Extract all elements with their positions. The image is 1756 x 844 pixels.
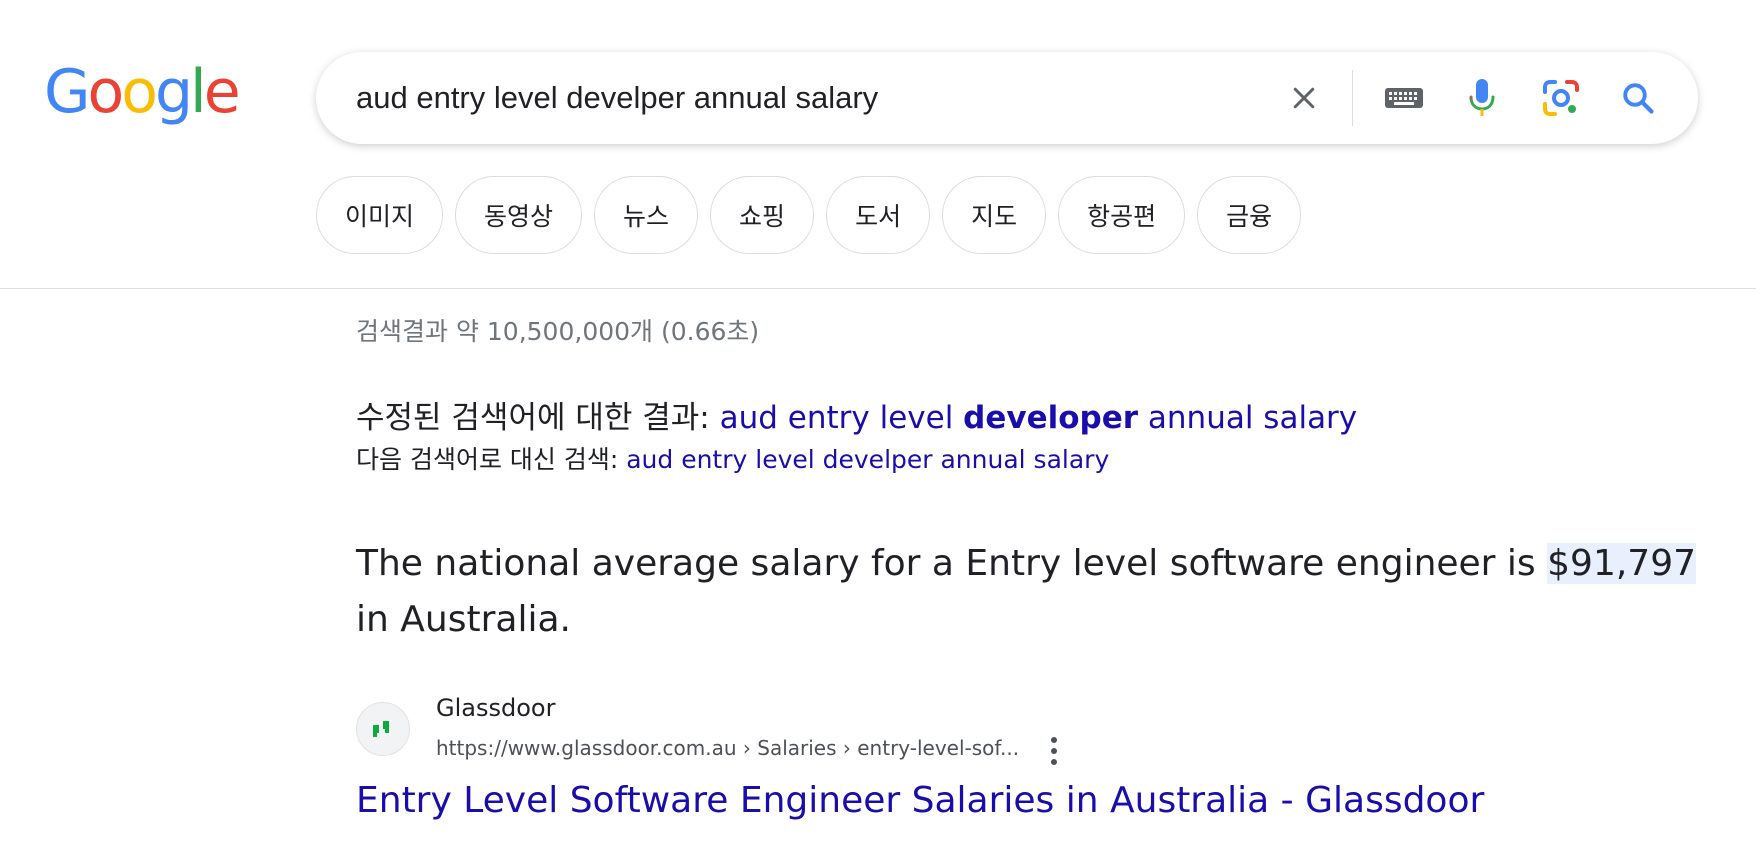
instead-prefix: 다음 검색어로 대신 검색: (356, 445, 627, 474)
google-logo[interactable]: Google (44, 57, 241, 127)
lens-icon[interactable] (1530, 52, 1592, 144)
source-url[interactable]: https://www.glassdoor.com.au › Salaries … (436, 736, 1019, 760)
logo-letter: g (154, 57, 193, 127)
corrected-part: aud entry level (719, 400, 964, 436)
corrected-part: annual salary (1138, 400, 1358, 436)
header-divider (0, 288, 1756, 289)
result-stats: 검색결과 약 10,500,000개 (0.66초) (356, 317, 760, 346)
logo-letter: e (203, 57, 241, 127)
clear-icon[interactable] (1276, 52, 1332, 144)
logo-letter: o (121, 57, 158, 127)
search-box: aud entry level develper annual salary (316, 52, 1698, 144)
more-options-icon[interactable] (1044, 732, 1064, 770)
corrected-prefix: 수정된 검색어에 대한 결과: (356, 400, 720, 436)
search-instead-notice: 다음 검색어로 대신 검색: aud entry level develper … (356, 440, 1109, 476)
corrected-word: developer (963, 400, 1139, 436)
search-filter-chips: 이미지 동영상 뉴스 쇼핑 도서 지도 항공편 금융 (316, 176, 1302, 254)
keyboard-icon[interactable] (1374, 52, 1434, 144)
chip-news[interactable]: 뉴스 (594, 176, 699, 254)
chip-finance[interactable]: 금융 (1197, 176, 1302, 254)
glassdoor-favicon[interactable] (356, 702, 410, 756)
snippet-text: in Australia. (356, 599, 571, 640)
chip-flights[interactable]: 항공편 (1058, 176, 1186, 254)
logo-letter: G (44, 57, 90, 127)
chip-videos[interactable]: 동영상 (455, 176, 583, 254)
search-input[interactable]: aud entry level develper annual salary (356, 52, 1256, 144)
corrected-query-notice: 수정된 검색어에 대한 결과: aud entry level develope… (356, 392, 1357, 437)
featured-snippet-answer: The national average salary for a Entry … (356, 536, 1697, 648)
source-site-name[interactable]: Glassdoor (436, 694, 555, 722)
chip-maps[interactable]: 지도 (942, 176, 1047, 254)
chip-shopping[interactable]: 쇼핑 (710, 176, 815, 254)
snippet-text: The national average salary for a Entry … (356, 543, 1548, 584)
search-box-divider (1352, 70, 1353, 126)
result-title-link[interactable]: Entry Level Software Engineer Salaries i… (356, 780, 1484, 821)
snippet-highlight: $91,797 (1547, 543, 1697, 584)
mic-icon[interactable] (1452, 52, 1512, 144)
corrected-query-link[interactable]: aud entry level developer annual salary (720, 400, 1358, 436)
search-results-page: Google aud entry level develper annual s… (0, 0, 1756, 844)
chip-images[interactable]: 이미지 (316, 176, 444, 254)
chip-books[interactable]: 도서 (826, 176, 931, 254)
logo-letter: o (87, 57, 125, 127)
original-query-link[interactable]: aud entry level develper annual salary (626, 445, 1109, 474)
logo-letter: l (190, 57, 207, 127)
search-icon[interactable] (1608, 52, 1668, 144)
